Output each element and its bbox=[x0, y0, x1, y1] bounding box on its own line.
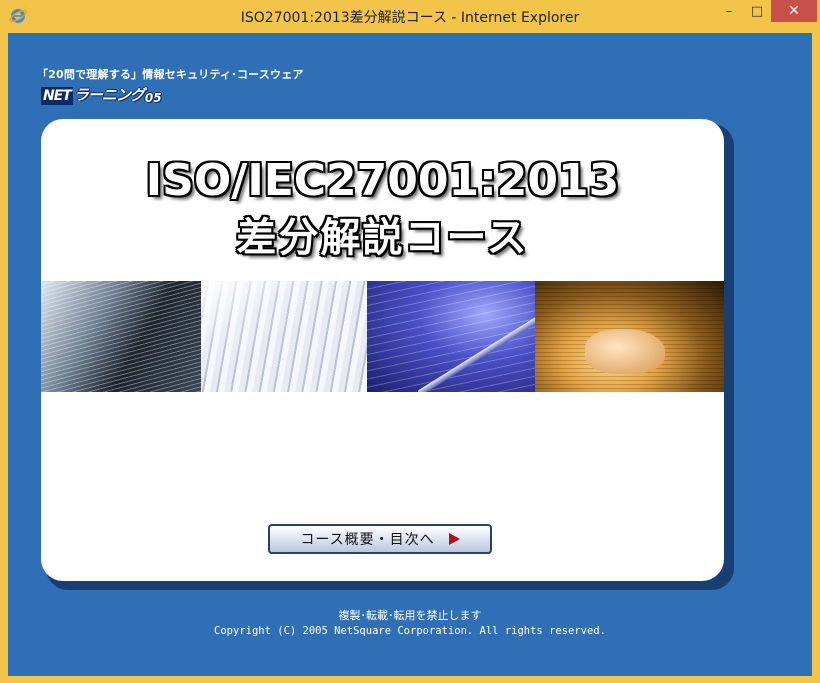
netlearning-logo: NET ラーニング 05 bbox=[41, 83, 162, 105]
photo-banner bbox=[41, 281, 724, 392]
title-bar[interactable]: ISO27001:2013差分解説コース - Internet Explorer… bbox=[0, 0, 820, 33]
keyboard-typing-photo bbox=[535, 281, 724, 392]
hand-shape bbox=[585, 329, 665, 374]
maximize-button[interactable]: □ bbox=[743, 0, 771, 22]
logo-net-text: NET bbox=[41, 87, 73, 105]
minimize-button[interactable]: – bbox=[715, 0, 743, 22]
window-title: ISO27001:2013差分解説コース - Internet Explorer bbox=[240, 10, 580, 26]
title-card: ISO/IEC27001:2013 差分解説コース コース概要・目次へ bbox=[41, 119, 724, 581]
building-photo bbox=[41, 281, 201, 392]
course-overview-button[interactable]: コース概要・目次へ bbox=[268, 524, 492, 554]
pen-on-paper-photo bbox=[367, 281, 535, 392]
copyright-text: Copyright (C) 2005 NetSquare Corporation… bbox=[214, 625, 606, 637]
pen-shape bbox=[416, 311, 535, 392]
page-content: 「20問で理解する」情報セキュリティ･コースウェア NET ラーニング 05 I… bbox=[8, 33, 812, 676]
close-button[interactable]: ✕ bbox=[771, 0, 817, 22]
triangle-right-icon bbox=[448, 533, 460, 545]
tagline: 「20問で理解する」情報セキュリティ･コースウェア bbox=[37, 68, 304, 81]
documents-photo bbox=[201, 281, 367, 392]
logo-number-text: 05 bbox=[144, 91, 162, 105]
course-title-line1: ISO/IEC27001:2013 bbox=[145, 155, 620, 206]
copy-prohibited-notice: 複製･転載･転用を禁止します bbox=[338, 609, 482, 622]
course-overview-button-label: コース概要・目次へ bbox=[300, 532, 435, 548]
browser-window: ISO27001:2013差分解説コース - Internet Explorer… bbox=[0, 0, 820, 683]
logo-main-text: ラーニング bbox=[73, 86, 145, 104]
course-title-line2: 差分解説コース bbox=[236, 215, 529, 261]
